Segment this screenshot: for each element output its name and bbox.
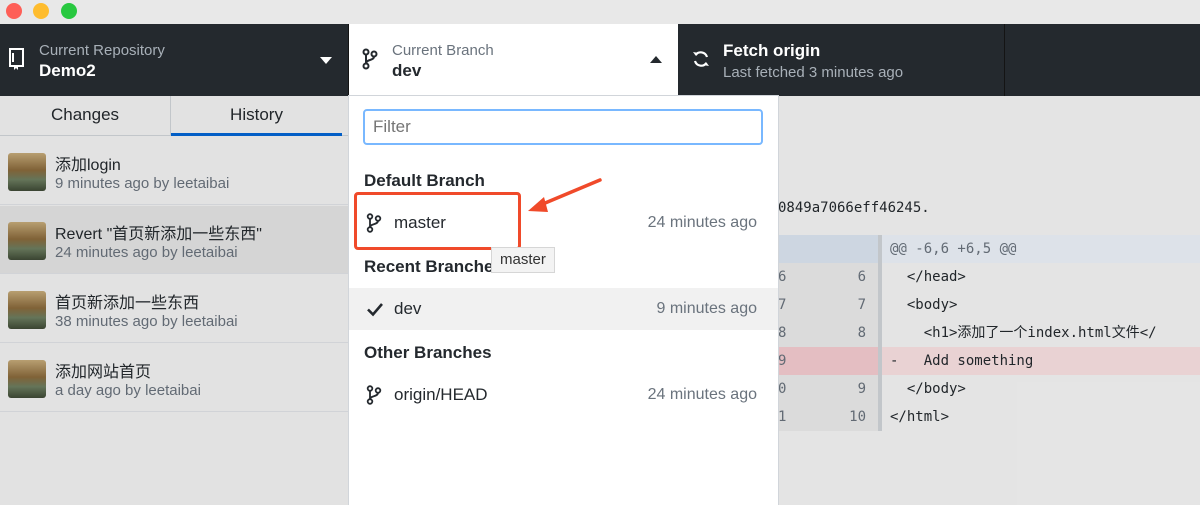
branch-label: Current Branch [392, 42, 494, 59]
window-titlebar [0, 0, 1200, 24]
check-icon [367, 303, 383, 317]
zoom-window-button[interactable] [61, 3, 77, 19]
branch-time: 24 minutes ago [647, 214, 757, 231]
repo-label: Current Repository [39, 42, 165, 59]
recent-branches-heading: Recent Branches [364, 257, 503, 276]
overlay-dim [0, 96, 350, 505]
current-repository-button[interactable]: Current Repository Demo2 [0, 24, 349, 96]
repo-icon [9, 48, 24, 70]
chevron-up-icon [650, 56, 662, 63]
branch-icon [362, 48, 378, 70]
annotation-highlight-box [354, 192, 521, 250]
branch-icon [366, 385, 382, 405]
chevron-down-icon [320, 57, 332, 64]
fetch-subtitle: Last fetched 3 minutes ago [723, 64, 904, 81]
minimize-window-button[interactable] [33, 3, 49, 19]
toolbar: Current Repository Demo2 Current Branch … [0, 24, 1200, 96]
close-window-button[interactable] [6, 3, 22, 19]
branch-name: dev [392, 61, 422, 80]
tooltip: master [491, 247, 555, 273]
branch-item-dev[interactable]: dev 9 minutes ago [349, 288, 778, 330]
other-branches-heading: Other Branches [364, 343, 492, 362]
branch-name: dev [394, 299, 422, 318]
sync-icon [693, 51, 709, 67]
current-branch-button[interactable]: Current Branch dev [349, 24, 678, 96]
branch-time: 9 minutes ago [656, 300, 757, 317]
diff-panel: 0849a7066eff46245. @@ -6,6 +6,5 @@ 6 6 <… [778, 96, 1200, 505]
history-panel: Changes History 添加login 9 minutes ago by… [0, 96, 350, 505]
branch-time: 24 minutes ago [647, 386, 757, 403]
branch-dropdown: Default Branch master 24 minutes ago Rec… [349, 96, 778, 505]
filter-input[interactable] [363, 109, 763, 145]
fetch-title: Fetch origin [723, 41, 821, 60]
overlay-dim [778, 96, 1200, 505]
annotation-arrow-icon [528, 178, 602, 212]
branch-name: origin/HEAD [394, 385, 488, 404]
repo-name: Demo2 [39, 61, 96, 80]
default-branch-heading: Default Branch [364, 171, 485, 190]
fetch-origin-button[interactable]: Fetch origin Last fetched 3 minutes ago [678, 24, 1005, 96]
branch-item-origin-head[interactable]: origin/HEAD 24 minutes ago [349, 374, 778, 416]
